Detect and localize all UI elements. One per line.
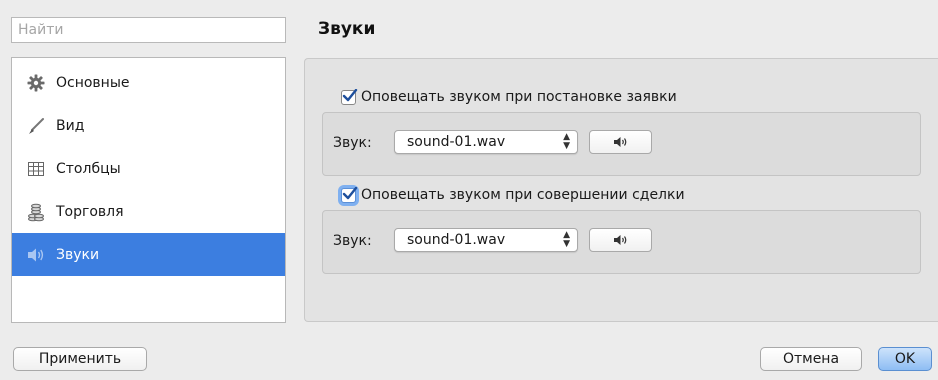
sidebar-item-label: Звуки [56, 246, 100, 263]
select-value: sound-01.wav [407, 232, 506, 248]
sidebar-item-label: Столбцы [56, 160, 121, 177]
brush-icon [26, 116, 46, 136]
select-arrows-icon: ▲ ▼ [563, 132, 570, 151]
order-sound-checkbox[interactable] [341, 88, 358, 105]
order-sound-option: Оповещать звуком при постановке заявки [341, 88, 677, 105]
checkmark-icon [342, 186, 358, 199]
deal-sound-select[interactable]: sound-01.wav ▲ ▼ [394, 228, 578, 252]
table-icon [26, 159, 46, 179]
sound-label: Звук: [333, 135, 372, 151]
sidebar-item-sounds[interactable]: Звуки [12, 233, 285, 276]
deal-sound-group: Звук: sound-01.wav ▲ ▼ [322, 210, 921, 274]
speaker-icon [26, 245, 46, 265]
order-sound-group: Звук: sound-01.wav ▲ ▼ [322, 112, 921, 176]
sidebar-item-trading[interactable]: Торговля [12, 190, 285, 233]
cancel-button-label: Отмена [782, 351, 840, 367]
sidebar-item-label: Торговля [56, 203, 124, 220]
sidebar: Основные Вид Столбцы Торговля Звуки [11, 57, 286, 323]
speaker-icon [613, 235, 626, 245]
search-input[interactable] [11, 17, 286, 43]
apply-button-label: Применить [38, 351, 122, 367]
sidebar-item-columns[interactable]: Столбцы [12, 147, 285, 190]
page-title: Звуки [318, 19, 376, 39]
deal-sound-checkbox[interactable] [341, 186, 358, 203]
checkmark-icon [342, 88, 358, 101]
speaker-icon [613, 137, 626, 147]
select-value: sound-01.wav [407, 134, 506, 150]
deal-sound-checkbox-label[interactable]: Оповещать звуком при совершении сделки [361, 187, 685, 203]
sound-label: Звук: [333, 233, 372, 249]
order-sound-select[interactable]: sound-01.wav ▲ ▼ [394, 130, 578, 154]
deal-sound-play-button[interactable] [589, 228, 652, 252]
sidebar-item-view[interactable]: Вид [12, 104, 285, 147]
cancel-button[interactable]: Отмена [760, 347, 862, 371]
sidebar-item-label: Основные [56, 74, 130, 91]
gear-icon [26, 73, 46, 93]
select-arrows-icon: ▲ ▼ [563, 230, 570, 249]
order-sound-checkbox-label[interactable]: Оповещать звуком при постановке заявки [361, 89, 677, 105]
sidebar-item-general[interactable]: Основные [12, 61, 285, 104]
order-sound-play-button[interactable] [589, 130, 652, 154]
apply-button[interactable]: Применить [13, 347, 147, 371]
ok-button[interactable]: OK [878, 347, 932, 371]
ok-button-label: OK [894, 351, 916, 367]
deal-sound-option: Оповещать звуком при совершении сделки [341, 186, 685, 203]
coins-icon [26, 202, 46, 222]
sidebar-item-label: Вид [56, 117, 85, 134]
